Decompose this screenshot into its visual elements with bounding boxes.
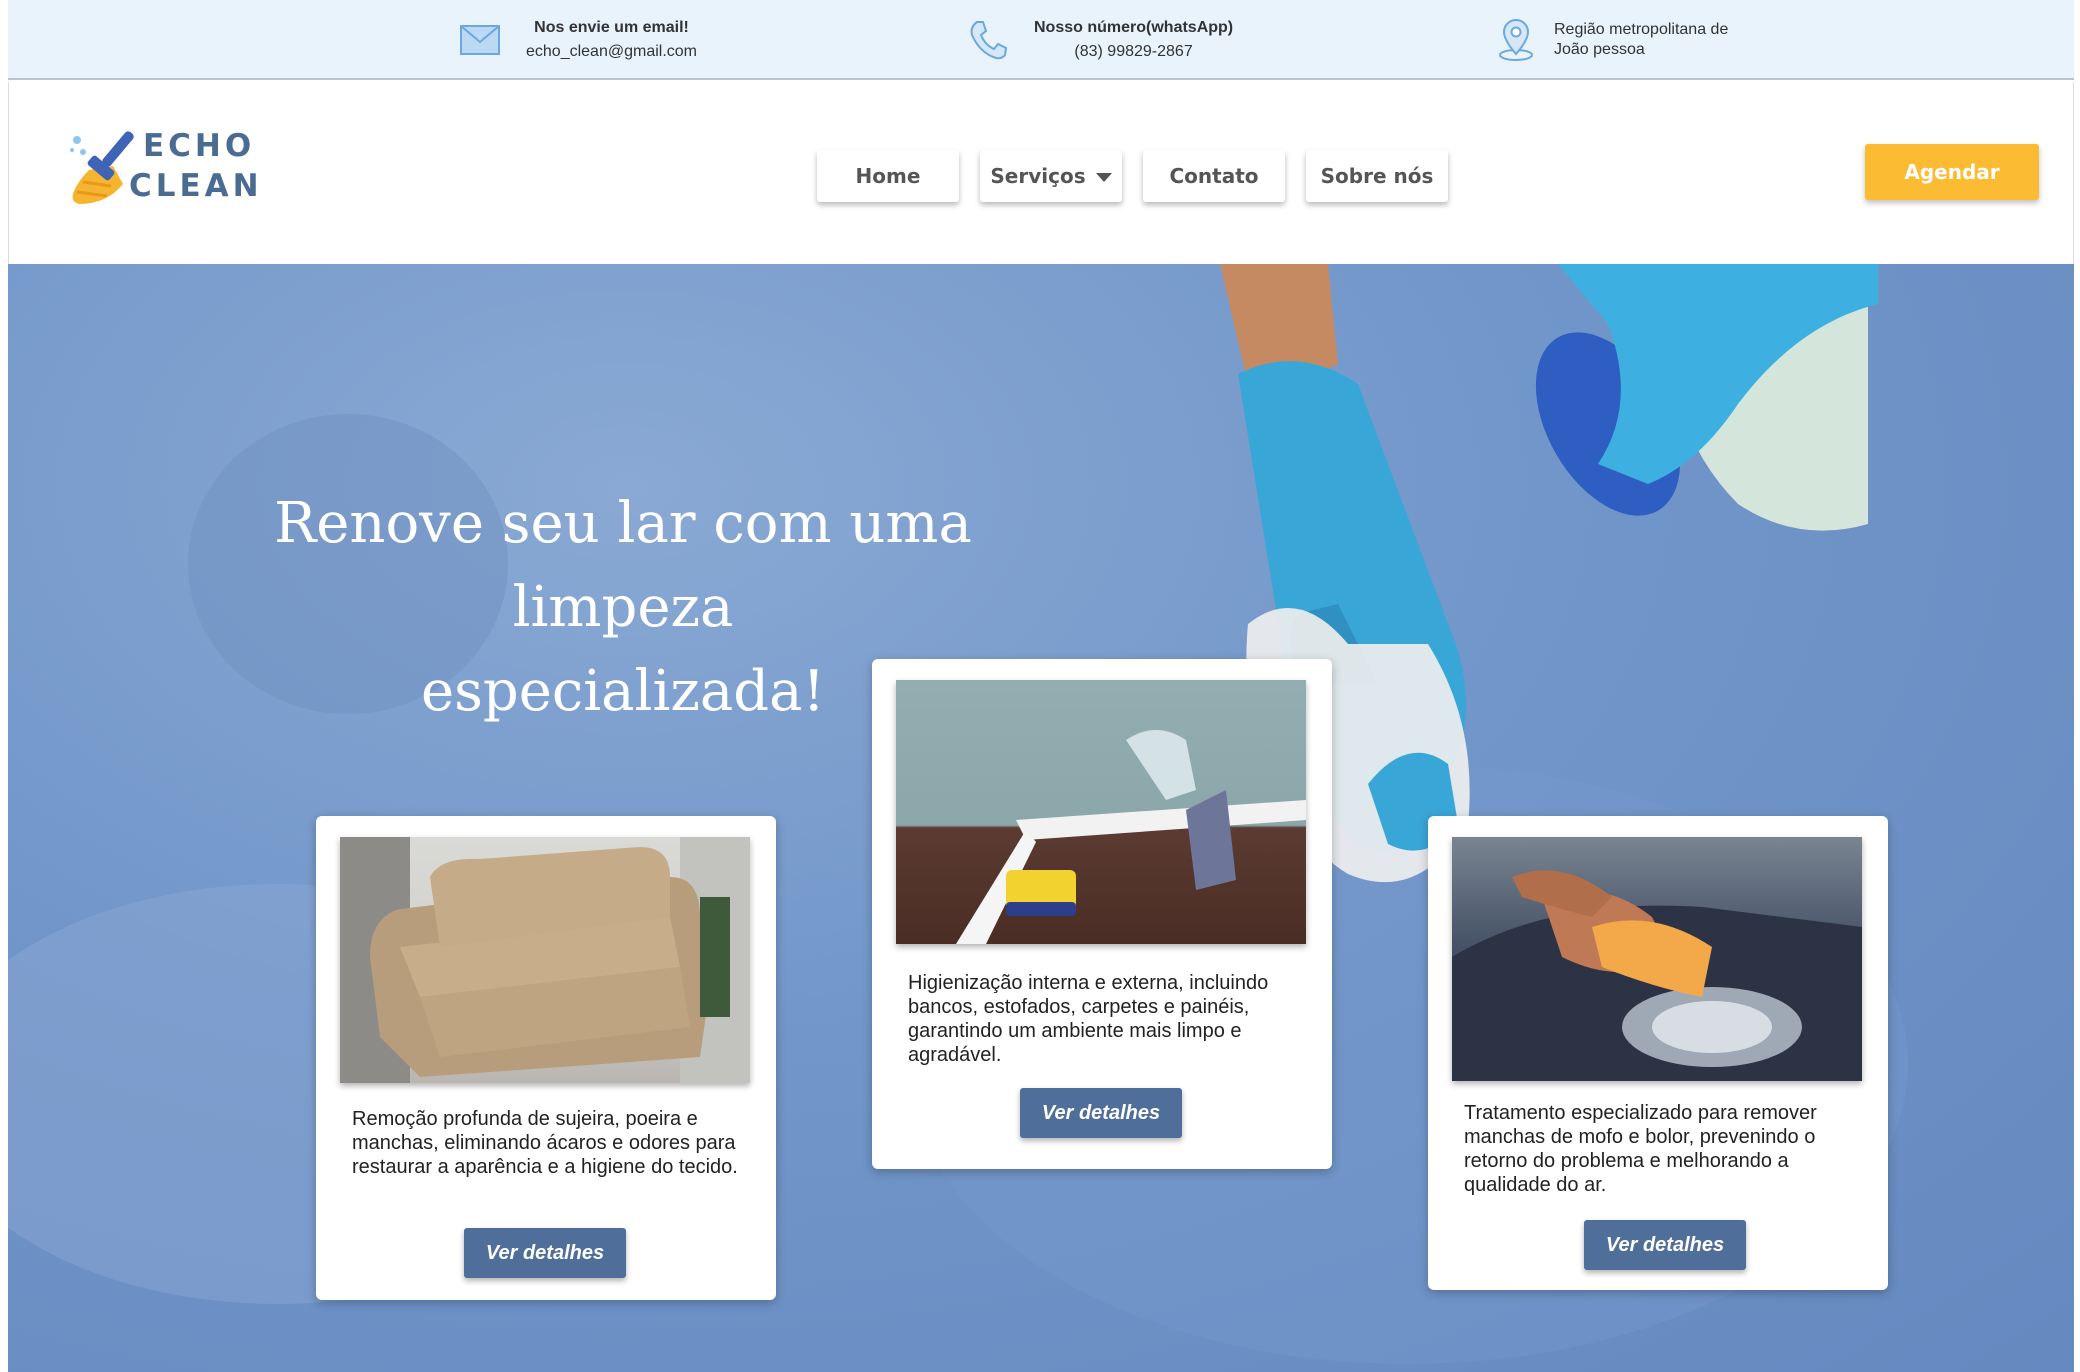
mold-description: Tratamento especializado para remover ma… bbox=[1464, 1102, 1817, 1196]
logo-line1: ECHO bbox=[143, 128, 256, 164]
sofa-image bbox=[340, 837, 750, 1083]
ver-detalhes-button[interactable]: Ver detalhes bbox=[1584, 1220, 1746, 1270]
ver-detalhes-label: Ver detalhes bbox=[1041, 1101, 1161, 1124]
nav-contato-label: Contato bbox=[1169, 164, 1259, 188]
logo[interactable]: ECHO CLEAN bbox=[67, 126, 287, 216]
nav-home[interactable]: Home bbox=[817, 150, 959, 202]
ver-detalhes-button[interactable]: Ver detalhes bbox=[1020, 1088, 1182, 1138]
chevron-down-icon bbox=[1095, 172, 1112, 182]
car-cleaning-image bbox=[1452, 837, 1862, 1081]
contact-address: Região metropolitana de João pessoa bbox=[1492, 0, 1728, 80]
hero-section: Renove seu lar com uma limpeza especiali… bbox=[8, 264, 2074, 1372]
agendar-label: Agendar bbox=[1904, 160, 2000, 184]
nav-sobre[interactable]: Sobre nós bbox=[1306, 150, 1448, 202]
nav-contato[interactable]: Contato bbox=[1143, 150, 1285, 202]
phone-icon bbox=[964, 16, 1012, 64]
agendar-button[interactable]: Agendar bbox=[1865, 144, 2039, 200]
nav-sobre-label: Sobre nós bbox=[1320, 164, 1434, 188]
ver-detalhes-label: Ver detalhes bbox=[485, 1241, 605, 1264]
ver-detalhes-button[interactable]: Ver detalhes bbox=[464, 1228, 626, 1278]
ver-detalhes-label: Ver detalhes bbox=[1605, 1233, 1725, 1256]
hero-title-line2: especializada! bbox=[421, 659, 825, 724]
phone-title: Nosso número(whatsApp) bbox=[1034, 19, 1234, 36]
envelope-icon bbox=[456, 16, 504, 64]
address-line2: João pessoa bbox=[1554, 41, 1645, 58]
phone-value[interactable]: (83) 99829-2867 bbox=[1034, 40, 1233, 64]
address-line1: Região metropolitana de bbox=[1554, 21, 1729, 38]
hero-title-line1: Renove seu lar com uma limpeza bbox=[274, 491, 972, 640]
email-value[interactable]: echo_clean@gmail.com bbox=[526, 40, 697, 64]
email-title: Nos envie um email! bbox=[534, 19, 689, 36]
location-pin-icon bbox=[1492, 16, 1540, 64]
contact-bar: Nos envie um email! echo_clean@gmail.com… bbox=[8, 0, 2074, 80]
sofa-description: Remoção profunda de sujeira, poeira e ma… bbox=[352, 1108, 738, 1178]
logo-line2: CLEAN bbox=[129, 168, 263, 204]
interior-cleaning-image bbox=[896, 680, 1306, 944]
nav-home-label: Home bbox=[855, 164, 921, 188]
nav-servicos-label: Serviços bbox=[990, 164, 1086, 188]
site-header: ECHO CLEAN Home Serviços Contato Sobre n… bbox=[8, 82, 2074, 264]
contact-email[interactable]: Nos envie um email! echo_clean@gmail.com bbox=[456, 0, 697, 80]
service-card-sofa: Remoção profunda de sujeira, poeira e ma… bbox=[316, 816, 776, 1300]
contact-phone[interactable]: Nosso número(whatsApp) (83) 99829-2867 bbox=[964, 0, 1233, 80]
interior-description: Higienização interna e externa, incluind… bbox=[908, 972, 1269, 1066]
service-card-mold: Tratamento especializado para remover ma… bbox=[1428, 816, 1888, 1290]
service-card-interior: Higienização interna e externa, incluind… bbox=[872, 659, 1332, 1169]
nav-servicos[interactable]: Serviços bbox=[980, 150, 1122, 202]
